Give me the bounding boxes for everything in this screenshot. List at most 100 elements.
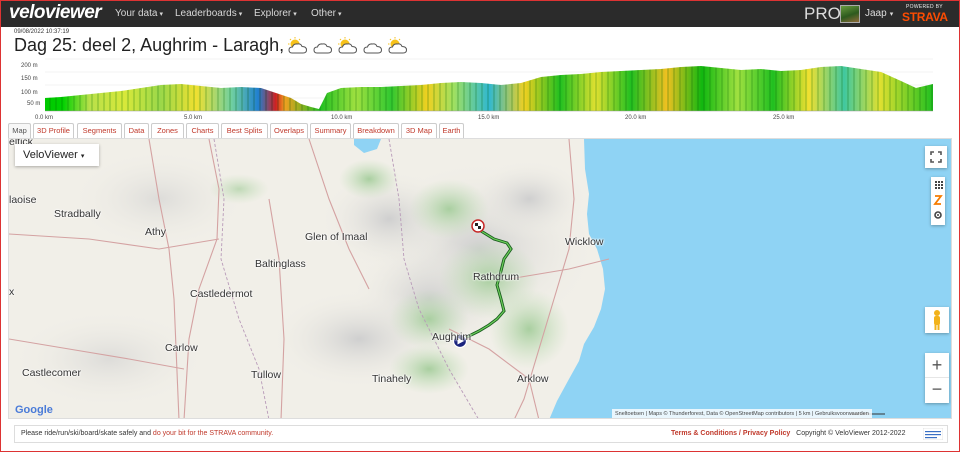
- x-tick-label: 20.0 km: [625, 115, 646, 121]
- tab-charts[interactable]: Charts: [186, 123, 219, 138]
- grade-stripes: [45, 66, 933, 111]
- forest-area: [389, 344, 469, 394]
- user-menu[interactable]: Jaap ▾: [865, 8, 893, 19]
- veloviewer-logo[interactable]: veloviewer: [9, 2, 102, 24]
- page-title: Dag 25: deel 2, Aughrim - Laragh,: [14, 35, 409, 56]
- tab-map[interactable]: Map: [8, 123, 31, 138]
- forest-area: [339, 159, 399, 199]
- activity-title: Dag 25: deel 2, Aughrim - Laragh,: [14, 35, 285, 55]
- tab-breakdown[interactable]: Breakdown: [353, 123, 399, 138]
- map-style-select[interactable]: VeloViewer ▾: [15, 144, 99, 166]
- tab-3d-profile[interactable]: 3D Profile: [33, 123, 74, 138]
- y-tick-label: 100 m: [21, 90, 38, 96]
- y-tick-label: 200 m: [21, 63, 38, 69]
- pegman-icon: [934, 310, 940, 330]
- place-label: laoise: [9, 194, 37, 206]
- place-label: Castledermot: [190, 288, 253, 300]
- footer-left-text: Please ride/run/ski/board/skate safely a…: [21, 430, 151, 437]
- map-tools: [933, 181, 943, 219]
- y-tick-label: 150 m: [21, 76, 38, 82]
- chevron-down-icon: ▾: [238, 11, 243, 18]
- lake: [354, 139, 381, 153]
- chevron-down-icon: ▾: [338, 11, 342, 18]
- place-label: Rathdrum: [473, 271, 520, 283]
- map-tool-group: [931, 177, 945, 225]
- user-name: Jaap: [865, 8, 887, 19]
- partly-sunny-icon: [338, 37, 358, 54]
- nav-label: Leaderboards: [175, 8, 237, 19]
- terms-privacy-link[interactable]: Terms & Conditions / Privacy Policy: [671, 430, 790, 437]
- nav-other[interactable]: Other ▾: [311, 8, 342, 19]
- fullscreen-icon: [930, 151, 942, 163]
- pro-badge: PRO: [804, 4, 841, 23]
- top-nav: veloviewer Your data ▾ Leaderboards ▾ Expl…: [1, 1, 959, 27]
- grid-icon[interactable]: [935, 181, 943, 189]
- x-tick-label: 25.0 km: [773, 115, 794, 121]
- x-tick-label: 0.0 km: [35, 115, 53, 121]
- nav-label: Explorer: [254, 8, 292, 19]
- google-logo: Google: [15, 404, 53, 416]
- nav-leaderboards[interactable]: Leaderboards ▾: [175, 8, 242, 19]
- place-label: Castlecomer: [22, 367, 81, 379]
- footer-safety-text: Please ride/run/ski/board/skate safely a…: [21, 426, 273, 442]
- map-attribution[interactable]: Sneltoetsen | Maps © Thunderforest, Data…: [612, 409, 872, 418]
- mountain-shading: [9, 309, 209, 409]
- place-label: Carlow: [165, 342, 198, 354]
- place-label: Tinahely: [372, 373, 412, 385]
- zoom-in-button[interactable]: +: [925, 353, 949, 378]
- tab-zones[interactable]: Zones: [151, 123, 184, 138]
- map-view[interactable]: eltick laoise Stradbally Athy Glen of Im…: [8, 138, 952, 419]
- chevron-down-icon: ▾: [80, 153, 85, 160]
- fullscreen-button[interactable]: [925, 146, 947, 168]
- nav-your-data[interactable]: Your data ▾: [115, 8, 163, 19]
- street-view-pegman[interactable]: [925, 307, 949, 333]
- tab-data[interactable]: Data: [124, 123, 149, 138]
- tab-best-splits[interactable]: Best Splits: [221, 123, 268, 138]
- zoom-controls: + −: [925, 353, 949, 403]
- nav-label: Other: [311, 8, 337, 19]
- partly-sunny-icon: [288, 37, 308, 54]
- place-label: Wicklow: [565, 236, 604, 248]
- cloud-icon: [313, 43, 333, 54]
- place-label: Stradbally: [54, 208, 101, 220]
- strava-logo[interactable]: STRAVA: [902, 10, 948, 24]
- place-label: Baltinglass: [255, 258, 306, 270]
- language-flag-icon[interactable]: [923, 428, 943, 440]
- cloud-icon: [363, 43, 383, 54]
- finish-flag-icon[interactable]: [471, 219, 485, 233]
- forest-area: [209, 174, 269, 204]
- avatar[interactable]: [840, 5, 860, 23]
- weather-icons: [284, 35, 409, 55]
- tab-earth[interactable]: Earth: [439, 123, 464, 138]
- x-tick-label: 10.0 km: [331, 115, 352, 121]
- y-tick-label: 50 m: [27, 101, 40, 107]
- place-label: Tullow: [251, 369, 281, 381]
- map-style-label: VeloViewer: [23, 149, 78, 161]
- nav-explorer[interactable]: Explorer ▾: [254, 8, 297, 19]
- sea: [549, 139, 951, 418]
- chevron-down-icon: ▾: [293, 11, 297, 18]
- google-wordmark: Google: [15, 404, 53, 416]
- place-label: Athy: [145, 226, 167, 238]
- footer-right: Terms & Conditions / Privacy Policy Copy…: [671, 426, 905, 442]
- elevation-profile[interactable]: 200 m 150 m 100 m 50 m 0.0 km 5.0 km 10.…: [1, 57, 960, 121]
- strava-z-icon[interactable]: [933, 195, 943, 205]
- footer: Please ride/run/ski/board/skate safely a…: [14, 425, 948, 443]
- place-label: Aughrim: [432, 331, 472, 343]
- tab-summary[interactable]: Summary: [310, 123, 351, 138]
- tab-overlaps[interactable]: Overlaps: [270, 123, 308, 138]
- tab-segments[interactable]: Segments: [77, 123, 122, 138]
- partly-sunny-icon: [388, 37, 408, 54]
- place-label: Arklow: [517, 373, 549, 385]
- place-label: Glen of Imaal: [305, 231, 368, 243]
- gear-icon[interactable]: [934, 211, 942, 219]
- page: veloviewer Your data ▾ Leaderboards ▾ Expl…: [0, 0, 960, 452]
- copyright: Copyright © VeloViewer 2012-2022: [796, 430, 906, 437]
- x-tick-label: 5.0 km: [184, 115, 202, 121]
- chevron-down-icon: ▾: [159, 11, 163, 18]
- strava-community-link[interactable]: do your bit for the STRAVA community.: [153, 430, 273, 437]
- tab-3d-map[interactable]: 3D Map: [401, 123, 437, 138]
- zoom-out-button[interactable]: −: [925, 378, 949, 403]
- nav-label: Your data: [115, 8, 158, 19]
- place-label: x: [9, 286, 15, 298]
